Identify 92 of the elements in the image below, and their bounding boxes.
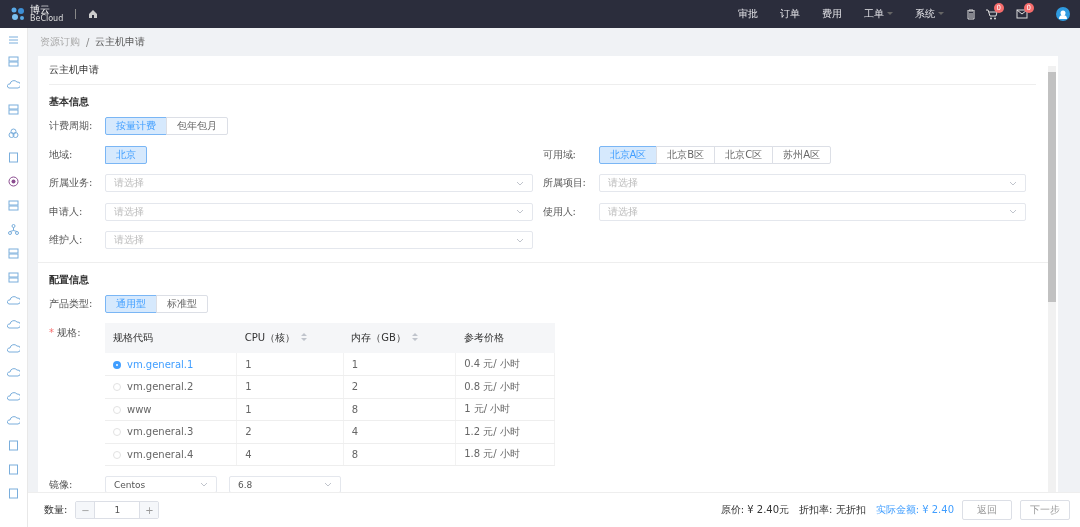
field-label: 计费周期: [49, 119, 94, 133]
breadcrumb-current: 云主机申请 [95, 35, 146, 49]
option-button[interactable]: 北京C区 [714, 145, 774, 164]
nav-link[interactable]: 订单 [780, 7, 800, 21]
cluster-icon[interactable] [7, 127, 20, 140]
original-price: 原价: ¥ 2.40元 [720, 503, 790, 517]
caret-icon [1009, 209, 1017, 214]
table-cell: 1 [343, 353, 456, 376]
caret-icon [200, 482, 208, 487]
cloud-icon[interactable] [7, 319, 20, 332]
field-label: 所属业务: [49, 176, 94, 190]
avatar-icon[interactable] [1056, 7, 1070, 21]
option-button[interactable]: 包年包月 [166, 117, 228, 135]
discount-rate: 折扣率: 无折扣 [799, 503, 866, 517]
cloud-icon[interactable] [7, 343, 20, 356]
field-label: 维护人: [49, 233, 84, 247]
table-cell: 0.4 元/ 小时 [455, 353, 555, 376]
caret-icon [515, 237, 524, 243]
document-icon[interactable] [7, 487, 20, 500]
table-cell[interactable]: www [105, 398, 237, 421]
field-label: 申请人: [49, 204, 84, 219]
breadcrumb-separator: / [86, 36, 90, 48]
table-cell: 8 [343, 398, 456, 421]
table-cell: 1 [236, 398, 344, 421]
field-label: 使用人: [542, 204, 577, 219]
nav-link[interactable]: 系统 [915, 7, 944, 21]
caret-icon [515, 180, 524, 186]
document-icon[interactable] [7, 151, 20, 164]
logo-icon [10, 6, 26, 22]
section-title: 配置信息 [49, 272, 90, 287]
table-cell: 0.8 元/ 小时 [455, 375, 555, 398]
document-icon[interactable] [7, 439, 20, 452]
server-icon[interactable] [7, 199, 20, 212]
caret-icon [324, 482, 332, 487]
server-icon[interactable] [7, 271, 20, 284]
cart-icon[interactable] [986, 8, 998, 20]
section-title: 基本信息 [49, 95, 90, 109]
quantity-label: 数量: [44, 503, 68, 517]
caret-icon [1009, 180, 1017, 186]
card-title: 云主机申请 [49, 56, 1036, 85]
field-label: * 规格: [49, 326, 82, 340]
table-cell[interactable]: vm.general.2 [105, 375, 237, 398]
caret-icon [515, 209, 524, 214]
table-cell: 2 [343, 375, 456, 398]
table-cell: 1.2 元/ 小时 [455, 420, 555, 443]
trash-icon[interactable] [966, 8, 976, 20]
cloud-icon[interactable] [7, 295, 20, 308]
actual-amount: 实际金额: ¥ 2.40 [875, 503, 954, 517]
option-button[interactable]: 北京B区 [656, 145, 716, 164]
cloud-icon[interactable] [7, 415, 20, 428]
mail-icon[interactable] [1016, 9, 1028, 19]
field-label: 可用域: [542, 147, 577, 162]
nav-link[interactable]: 审批 [738, 7, 758, 21]
column-header[interactable]: 内存（GB） [343, 323, 456, 353]
document-icon[interactable] [7, 463, 20, 476]
cloud-icon[interactable] [7, 367, 20, 380]
field-label: 地域: [49, 147, 74, 162]
column-header: 规格代码 [105, 323, 237, 353]
table-cell: 1 元/ 小时 [455, 398, 555, 421]
menu-icon[interactable] [9, 36, 18, 44]
field-label: 产品类型: [49, 296, 94, 311]
column-header: 参考价格 [455, 323, 555, 353]
option-button[interactable]: 苏州A区 [772, 145, 832, 164]
cloud-icon[interactable] [7, 391, 20, 404]
radio-button[interactable] [113, 360, 121, 369]
logo-title: 博云 [30, 5, 50, 15]
nav-link[interactable]: 费用 [822, 7, 842, 21]
server-icon[interactable] [7, 103, 20, 116]
network-icon[interactable] [7, 223, 20, 236]
logo-subtitle: BeCloud [30, 15, 64, 23]
field-label: 所属项目: [542, 176, 587, 190]
table-cell: 1 [236, 375, 344, 398]
option-button[interactable]: 标准型 [156, 294, 208, 313]
scrollbar-thumb[interactable] [1048, 72, 1056, 302]
table-cell[interactable]: vm.general.3 [105, 420, 237, 443]
disk-icon[interactable] [7, 175, 20, 188]
table-cell: 1 [236, 353, 344, 376]
table-cell: 4 [343, 420, 456, 443]
column-header[interactable]: CPU（核） [236, 323, 344, 353]
sort-icon[interactable] [411, 333, 418, 341]
table-cell: 4 [236, 443, 344, 466]
table-cell: 1.8 元/ 小时 [455, 443, 555, 466]
server-icon[interactable] [7, 55, 20, 68]
table-cell: 2 [236, 420, 344, 443]
field-label: 镜像: [49, 477, 74, 492]
sort-icon[interactable] [301, 333, 308, 341]
home-icon[interactable] [88, 9, 99, 19]
cloud-icon[interactable] [7, 79, 20, 92]
nav-link[interactable]: 工单 [864, 7, 893, 21]
table-cell: 8 [343, 443, 456, 466]
server-icon[interactable] [7, 247, 20, 260]
table-cell[interactable]: vm.general.4 [105, 443, 237, 466]
